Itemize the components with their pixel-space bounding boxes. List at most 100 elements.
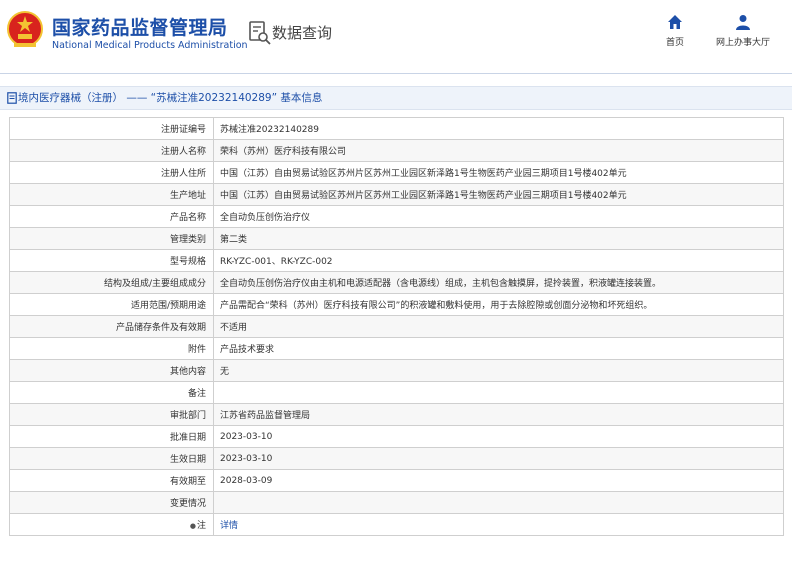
- row-value-cell: 2028-03-09: [213, 469, 784, 492]
- brand-subtitle: National Medical Products Administration: [52, 40, 248, 51]
- table-row: 附件 产品技术要求: [9, 337, 784, 360]
- table-row: 审批部门 江苏省药品监督管理局: [9, 403, 784, 426]
- row-label-cell: 生产地址: [9, 183, 214, 206]
- row-label: 备注: [187, 389, 206, 399]
- table-row: 产品储存条件及有效期 不适用: [9, 315, 784, 338]
- table-row: 管理类别 第二类: [9, 227, 784, 250]
- row-label-cell: 产品储存条件及有效期: [9, 315, 214, 338]
- row-label: 注: [196, 521, 206, 531]
- row-value-cell: 产品需配合“荣科（苏州）医疗科技有限公司”的积液罐和敷料使用，用于去除腔隙或创面…: [213, 293, 784, 316]
- breadcrumb-text: 境内医疗器械（注册） —— “苏械注准20232140289” 基本信息: [18, 92, 323, 104]
- table-row: 注册人名称 荣科（苏州）医疗科技有限公司: [9, 139, 784, 162]
- table-row: 适用范围/预期用途 产品需配合“荣科（苏州）医疗科技有限公司”的积液罐和敷料使用，…: [9, 293, 784, 316]
- row-label-cell: 注册人名称: [9, 139, 214, 162]
- nav-home[interactable]: 首页: [658, 14, 692, 48]
- row-value-cell: 产品技术要求: [213, 337, 784, 360]
- row-label: 注册人名称: [160, 147, 206, 157]
- row-label: 注册证编号: [160, 125, 206, 135]
- row-value: 荣科（苏州）医疗科技有限公司: [220, 147, 347, 157]
- row-value-cell: 详情: [213, 513, 784, 536]
- row-label-cell: 生效日期: [9, 447, 214, 470]
- document-icon: [7, 92, 17, 104]
- row-value: 中国（江苏）自由贸易试验区苏州片区苏州工业园区新泽路1号生物医药产业园三期项目1…: [220, 191, 627, 201]
- table-row: 批准日期 2023-03-10: [9, 425, 784, 448]
- row-value-cell: 中国（江苏）自由贸易试验区苏州片区苏州工业园区新泽路1号生物医药产业园三期项目1…: [213, 183, 784, 206]
- row-value-cell: 苏械注准20232140289: [213, 117, 784, 140]
- row-value-cell: 全自动负压创伤治疗仪由主机和电源适配器（含电源线）组成，主机包含触摸屏，提拎装置…: [213, 271, 784, 294]
- data-query-label: 数据查询: [272, 24, 333, 42]
- brand-title[interactable]: 国家药品监督管理局: [52, 13, 228, 40]
- row-label: 注册人住所: [160, 169, 206, 179]
- row-label-cell: ●注: [9, 513, 214, 536]
- row-value: 第二类: [220, 235, 248, 245]
- row-label: 产品储存条件及有效期: [115, 323, 206, 333]
- row-label-cell: 管理类别: [9, 227, 214, 250]
- document-search-icon: [249, 21, 271, 45]
- table-row: 注册证编号 苏械注准20232140289: [9, 117, 784, 140]
- row-value: 不适用: [220, 323, 248, 333]
- table-row: 生产地址 中国（江苏）自由贸易试验区苏州片区苏州工业园区新泽路1号生物医药产业园三…: [9, 183, 784, 206]
- pin-icon: ●: [189, 522, 196, 530]
- row-label-cell: 适用范围/预期用途: [9, 293, 214, 316]
- row-label: 生产地址: [169, 191, 206, 201]
- row-value: 全自动负压创伤治疗仪由主机和电源适配器（含电源线）组成，主机包含触摸屏，提拎装置…: [220, 279, 662, 289]
- row-value: 中国（江苏）自由贸易试验区苏州片区苏州工业园区新泽路1号生物医药产业园三期项目1…: [220, 169, 627, 179]
- row-value-cell: 不适用: [213, 315, 784, 338]
- row-value-cell: 第二类: [213, 227, 784, 250]
- row-label-cell: 其他内容: [9, 359, 214, 382]
- table-row: 结构及组成/主要组成成分 全自动负压创伤治疗仪由主机和电源适配器（含电源线）组成，…: [9, 271, 784, 294]
- row-label: 批准日期: [169, 433, 206, 443]
- row-label: 管理类别: [169, 235, 206, 245]
- row-label-cell: 有效期至: [9, 469, 214, 492]
- row-label-cell: 备注: [9, 381, 214, 404]
- row-label: 适用范围/预期用途: [130, 301, 206, 311]
- row-label: 产品名称: [169, 213, 206, 223]
- row-value: 2023-03-10: [220, 453, 273, 464]
- row-value-cell: RK-YZC-001、RK-YZC-002: [213, 249, 784, 272]
- row-label-cell: 附件: [9, 337, 214, 360]
- nav-home-label: 首页: [665, 38, 684, 48]
- header-divider: [0, 73, 792, 74]
- row-value-cell: [213, 381, 784, 404]
- row-label: 生效日期: [169, 455, 206, 465]
- row-label-cell: 产品名称: [9, 205, 214, 228]
- table-row: ●注 详情: [9, 513, 784, 536]
- row-value: 2023-03-10: [220, 431, 273, 442]
- row-value-cell: 江苏省药品监督管理局: [213, 403, 784, 426]
- row-label-cell: 审批部门: [9, 403, 214, 426]
- site-header: 国家药品监督管理局 National Medical Products Admi…: [0, 0, 792, 70]
- row-value: 产品需配合“荣科（苏州）医疗科技有限公司”的积液罐和敷料使用，用于去除腔隙或创面…: [220, 301, 653, 311]
- row-label: 型号规格: [169, 257, 206, 267]
- row-label: 附件: [187, 345, 206, 355]
- details-link[interactable]: 详情: [220, 521, 238, 531]
- row-label-cell: 注册人住所: [9, 161, 214, 184]
- row-label: 有效期至: [169, 477, 206, 487]
- row-label: 其他内容: [169, 367, 206, 377]
- row-value: 产品技术要求: [220, 345, 275, 355]
- row-label: 审批部门: [169, 411, 206, 421]
- table-row: 有效期至 2028-03-09: [9, 469, 784, 492]
- row-label-cell: 型号规格: [9, 249, 214, 272]
- row-value: 苏械注准20232140289: [220, 125, 319, 135]
- row-label-cell: 注册证编号: [9, 117, 214, 140]
- row-value-cell: 2023-03-10: [213, 425, 784, 448]
- row-value-cell: 2023-03-10: [213, 447, 784, 470]
- row-value: 2028-03-09: [220, 475, 273, 486]
- row-label: 结构及组成/主要组成成分: [103, 279, 206, 289]
- row-label-cell: 变更情况: [9, 491, 214, 514]
- row-value: 无: [220, 367, 230, 377]
- row-label-cell: 批准日期: [9, 425, 214, 448]
- nav-online-hall-label: 网上办事大厅: [715, 38, 770, 48]
- table-row: 变更情况: [9, 491, 784, 514]
- row-value-cell: [213, 491, 784, 514]
- row-value: RK-YZC-001、RK-YZC-002: [220, 257, 333, 267]
- detail-table: 注册证编号 苏械注准20232140289 注册人名称 荣科（苏州）医疗科技有限公司注…: [9, 117, 784, 536]
- home-icon: [668, 15, 682, 29]
- breadcrumb: 境内医疗器械（注册） —— “苏械注准20232140289” 基本信息: [0, 86, 792, 110]
- row-value: 全自动负压创伤治疗仪: [220, 213, 311, 223]
- table-row: 备注: [9, 381, 784, 404]
- row-label: 变更情况: [169, 499, 206, 509]
- nav-online-hall[interactable]: 网上办事大厅: [708, 14, 778, 48]
- table-row: 其他内容 无: [9, 359, 784, 382]
- row-value: 江苏省药品监督管理局: [220, 411, 311, 421]
